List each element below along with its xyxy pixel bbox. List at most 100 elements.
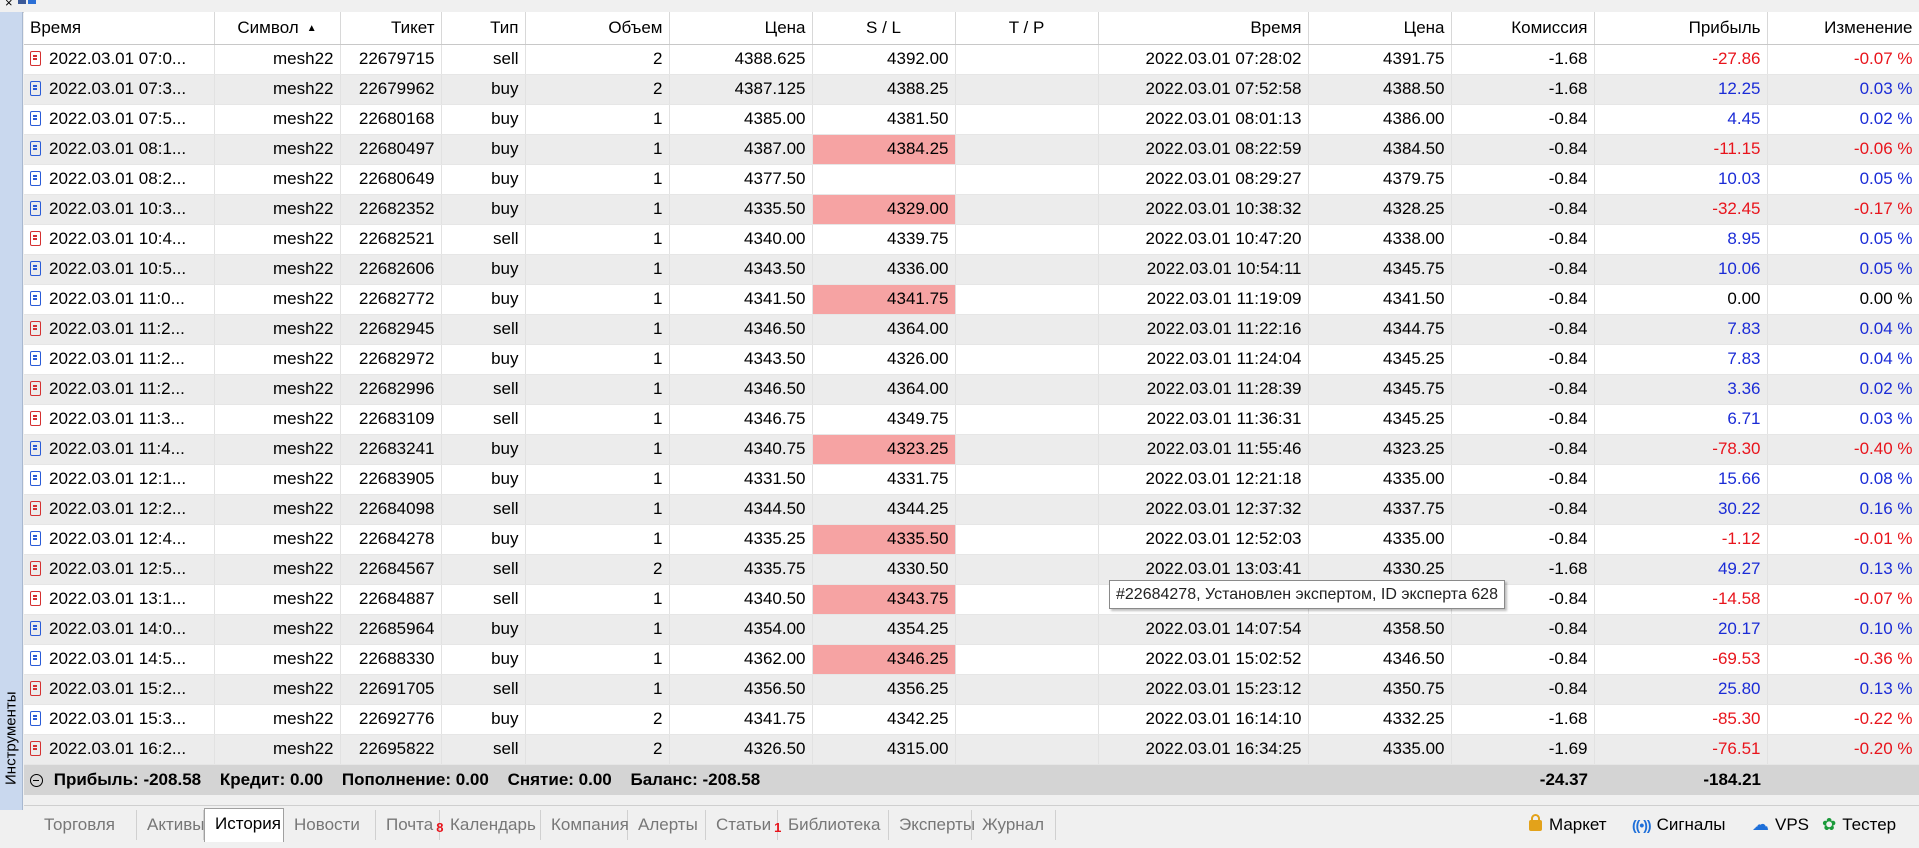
tab-10[interactable]: Эксперты (889, 810, 975, 840)
tab-0[interactable]: Торговля (34, 810, 137, 840)
col-header-ticket[interactable]: Тикет (340, 12, 442, 45)
cell-commission: -1.68 (1451, 704, 1595, 735)
cell-type: buy (441, 194, 526, 225)
cell-symbol: mesh22 (214, 314, 341, 345)
tab-7[interactable]: Алерты (628, 810, 706, 840)
cell-sl: 4364.00 (812, 314, 956, 345)
tab-сигналы[interactable]: ((•)) Сигналы (1632, 810, 1726, 840)
table-row[interactable]: 2022.03.01 12:1... mesh22 22683905 buy 1 4331… (24, 464, 1919, 495)
collapse-icon[interactable] (30, 774, 43, 787)
table-row[interactable]: 2022.03.01 14:5... mesh22 22688330 buy 1 4362… (24, 644, 1919, 675)
cell-time: 2022.03.01 11:4... (24, 434, 215, 465)
col-header-close-price[interactable]: Цена (1308, 12, 1452, 45)
cell-time: 2022.03.01 11:2... (24, 344, 215, 375)
table-row[interactable]: 2022.03.01 11:2... mesh22 22682996 sell 1 434… (24, 374, 1919, 405)
cell-type: sell (441, 494, 526, 525)
tab-3[interactable]: Новости (284, 810, 376, 840)
cell-time: 2022.03.01 07:5... (24, 104, 215, 135)
table-row[interactable]: 2022.03.01 12:4... mesh22 22684278 buy 1 4335… (24, 524, 1919, 555)
cell-ticket: 22685964 (340, 614, 442, 645)
summary-balance: Баланс: -208.58 (630, 770, 761, 789)
toolbox-sidebar[interactable]: Инструменты (0, 12, 23, 810)
tab-2[interactable]: История (204, 808, 284, 842)
col-header-tp[interactable]: T / P (955, 12, 1099, 45)
table-row[interactable]: 2022.03.01 07:3... mesh22 22679962 buy 2 4387… (24, 74, 1919, 105)
cell-volume: 1 (525, 644, 670, 675)
col-header-profit[interactable]: Прибыль (1594, 12, 1768, 45)
cell-time: 2022.03.01 15:3... (24, 704, 215, 735)
cell-sl: 4329.00 (812, 194, 956, 225)
history-grid[interactable]: Время Символ ▲ Тикет Тип Объем Цена S / L… (24, 12, 1919, 795)
table-row[interactable]: 2022.03.01 13:1... mesh22 22684887 sell 1 434… (24, 584, 1919, 615)
cell-profit: -11.15 (1594, 134, 1768, 165)
tab-6[interactable]: Компания (541, 810, 629, 840)
table-row[interactable]: 2022.03.01 10:3... mesh22 22682352 buy 1 4335… (24, 194, 1919, 225)
table-row[interactable]: 2022.03.01 07:5... mesh22 22680168 buy 1 4385… (24, 104, 1919, 135)
table-row[interactable]: 2022.03.01 12:5... mesh22 22684567 sell 2 433… (24, 554, 1919, 585)
tab-4[interactable]: Почта 8 (376, 810, 443, 840)
tab-11[interactable]: Журнал (972, 810, 1056, 840)
cell-price: 4335.25 (669, 524, 813, 555)
col-header-sl[interactable]: S / L (812, 12, 956, 45)
col-header-type[interactable]: Тип (441, 12, 526, 45)
cell-price: 4362.00 (669, 644, 813, 675)
col-header-change[interactable]: Изменение (1767, 12, 1919, 45)
cell-close-time: 2022.03.01 15:02:52 (1098, 644, 1309, 675)
table-row[interactable]: 2022.03.01 14:0... mesh22 22685964 buy 1 4354… (24, 614, 1919, 645)
tab-5[interactable]: Календарь (440, 810, 541, 840)
table-row[interactable]: 2022.03.01 08:1... mesh22 22680497 buy 1 4387… (24, 134, 1919, 165)
close-icon[interactable]: × (5, 0, 13, 10)
deal-buy-icon (30, 351, 41, 366)
deal-sell-icon (30, 51, 41, 66)
table-row[interactable]: 2022.03.01 07:0... mesh22 22679715 sell 2 438… (24, 44, 1919, 75)
cell-ticket: 22682521 (340, 224, 442, 255)
cell-tp (955, 734, 1099, 765)
deal-buy-icon (30, 651, 41, 666)
col-header-time[interactable]: Время (24, 12, 215, 45)
cell-close-price: 4346.50 (1308, 644, 1452, 675)
tab-тестер[interactable]: ✿ Тестер (1822, 810, 1896, 840)
table-row[interactable]: 2022.03.01 11:2... mesh22 22682945 sell 1 434… (24, 314, 1919, 345)
cell-tp (955, 194, 1099, 225)
cell-tp (955, 524, 1099, 555)
col-header-price[interactable]: Цена (669, 12, 813, 45)
table-row[interactable]: 2022.03.01 11:0... mesh22 22682772 buy 1 4341… (24, 284, 1919, 315)
table-row[interactable]: 2022.03.01 15:2... mesh22 22691705 sell 1 435… (24, 674, 1919, 705)
table-row[interactable]: 2022.03.01 10:4... mesh22 22682521 sell 1 434… (24, 224, 1919, 255)
table-row[interactable]: 2022.03.01 11:3... mesh22 22683109 sell 1 434… (24, 404, 1919, 435)
cell-close-time: 2022.03.01 14:07:54 (1098, 614, 1309, 645)
tab-vps[interactable]: ☁ VPS (1752, 810, 1809, 840)
cell-tp (955, 344, 1099, 375)
table-row[interactable]: 2022.03.01 16:2... mesh22 22695822 sell 2 432… (24, 734, 1919, 765)
cell-symbol: mesh22 (214, 584, 341, 615)
col-header-symbol[interactable]: Символ ▲ (214, 12, 341, 45)
tab-1[interactable]: Активы (137, 810, 205, 840)
table-row[interactable]: 2022.03.01 08:2... mesh22 22680649 buy 1 4377… (24, 164, 1919, 195)
window-icon (28, 0, 36, 4)
cell-type: sell (441, 404, 526, 435)
col-header-volume[interactable]: Объем (525, 12, 670, 45)
cell-sl: 4336.00 (812, 254, 956, 285)
cell-change: 0.04 % (1767, 314, 1919, 345)
cell-ticket: 22682945 (340, 314, 442, 345)
tab-маркет[interactable]: Маркет (1529, 810, 1607, 840)
table-row[interactable]: 2022.03.01 11:2... mesh22 22682972 buy 1 4343… (24, 344, 1919, 375)
deal-sell-icon (30, 321, 41, 336)
table-row[interactable]: 2022.03.01 11:4... mesh22 22683241 buy 1 4340… (24, 434, 1919, 465)
cell-sl: 4342.25 (812, 704, 956, 735)
cell-close-price: 4391.75 (1308, 44, 1452, 75)
table-row[interactable]: 2022.03.01 12:2... mesh22 22684098 sell 1 434… (24, 494, 1919, 525)
cell-commission: -0.84 (1451, 344, 1595, 375)
col-header-close-time[interactable]: Время (1098, 12, 1309, 45)
cell-volume: 1 (525, 524, 670, 555)
tab-9[interactable]: Библиотека (778, 810, 889, 840)
tab-8[interactable]: Статьи 1 (706, 810, 781, 840)
cell-time: 2022.03.01 14:0... (24, 614, 215, 645)
cell-type: sell (441, 224, 526, 255)
cell-change: 0.05 % (1767, 164, 1919, 195)
table-row[interactable]: 2022.03.01 10:5... mesh22 22682606 buy 1 4343… (24, 254, 1919, 285)
col-header-commission[interactable]: Комиссия (1451, 12, 1595, 45)
cell-symbol: mesh22 (214, 374, 341, 405)
table-row[interactable]: 2022.03.01 15:3... mesh22 22692776 buy 2 4341… (24, 704, 1919, 735)
cell-change: 0.03 % (1767, 404, 1919, 435)
